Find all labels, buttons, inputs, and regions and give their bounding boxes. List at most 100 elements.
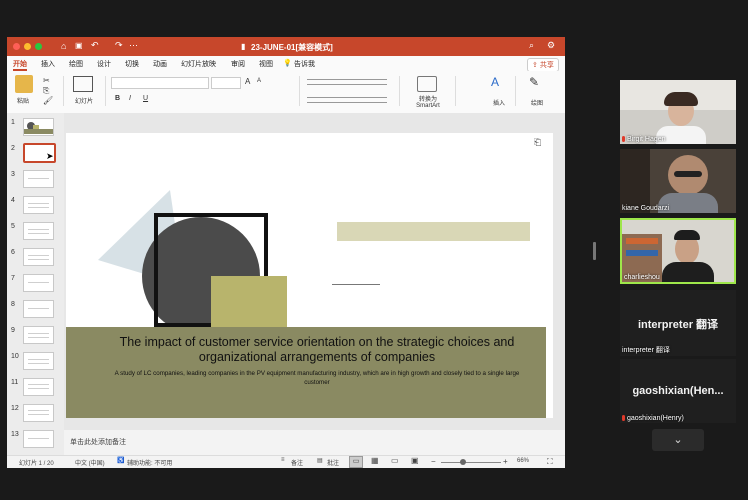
thumbnail-number: 5 [11,223,15,230]
fit-slide-icon[interactable]: ⛶ [547,457,553,467]
font-name-select[interactable] [111,77,209,89]
copy-icon[interactable]: ⎘ [43,86,49,96]
convert-smartart-label: 转换为 SmartArt [416,97,440,109]
draw-label: 绘图 [531,101,544,107]
font-shrink-button[interactable]: A [257,78,261,84]
clipboard-icon[interactable] [15,75,33,93]
account-icon[interactable]: ⚙ [547,40,555,51]
zoom-level[interactable]: 66% [517,458,529,464]
close-window-button[interactable] [13,43,20,50]
share-icon: ⇪ [532,62,538,69]
participant-name: kiane Goudarzi [622,205,670,212]
accessibility-status[interactable]: 辅助功能: 不可用 [127,458,172,467]
slideshow-button[interactable]: ▣ [411,456,419,465]
thumbnail-number: 6 [11,249,15,256]
accessibility-icon: ♿ [117,458,125,464]
participant-tile-1[interactable]: Birgit Hagen [620,80,736,144]
participant-tile-2[interactable]: kiane Goudarzi [620,149,736,213]
redo-icon[interactable]: ↷ [115,40,123,51]
zoom-out-button[interactable]: − [431,457,436,466]
zoom-slider-handle[interactable] [460,459,466,465]
smartart-icon[interactable] [417,76,437,92]
home-icon[interactable]: ⌂ [61,41,66,51]
bold-button[interactable]: B [115,95,120,102]
tab-review[interactable]: 审阅 [231,59,245,69]
undo-icon[interactable]: ↶ [91,40,99,51]
thumbnail-number: 12 [11,405,19,412]
tab-slideshow[interactable]: 幻灯片放映 [181,59,216,69]
italic-button[interactable]: I [129,95,131,102]
slide-thumbnail-9[interactable] [23,326,54,344]
chevron-down-icon: ⌄ [673,434,683,446]
tab-animations[interactable]: 动画 [153,59,167,69]
reading-view-button[interactable]: ▭ [391,456,399,465]
thumbnail-number: 11 [11,379,19,386]
slide-thumbnail-13[interactable] [23,430,54,448]
slide-thumbnail-6[interactable] [23,248,54,266]
thumbnail-number: 10 [11,353,19,360]
paragraph-align-icons[interactable] [307,97,387,103]
cut-icon[interactable]: ✂ [43,76,50,85]
paragraph-list-icons[interactable] [307,79,387,85]
draw-icon[interactable]: ✎ [529,75,539,89]
comments-button[interactable]: 批注 [327,458,339,467]
share-button[interactable]: ⇪ 共享 [527,58,559,72]
mouse-cursor-icon: ➤ [46,151,54,161]
document-icon: ▮ [241,42,246,51]
zoom-in-button[interactable]: + [503,457,508,466]
zoom-slider[interactable] [441,462,501,463]
tab-home[interactable]: 开始 [13,59,27,71]
slide-notes-icon[interactable]: ⎗ [534,137,541,148]
thumbnail-number: 2 [11,145,15,152]
lightbulb-icon: 💡 [283,60,292,67]
title-band[interactable]: The impact of customer service orientati… [66,327,546,418]
tab-insert[interactable]: 插入 [41,59,55,69]
participant-name: gaoshixian(Henry) [622,415,684,422]
window-title: 23-JUNE-01[兼容模式] [251,43,333,52]
slide-thumbnail-4[interactable] [23,196,54,214]
slide-thumbnail-3[interactable] [23,170,54,188]
scroll-down-button[interactable]: ⌄ [652,429,704,451]
slide-thumbnail-11[interactable] [23,378,54,396]
slide-sorter-button[interactable]: ▦ [371,456,379,465]
participant-tile-3[interactable]: charlieshou [620,218,736,284]
tab-view[interactable]: 视图 [259,59,273,69]
participant-tile-4[interactable]: interpreter 翻译 interpreter 翻译 [620,290,736,356]
slide-thumbnail-1[interactable] [23,118,54,136]
insert-shape-icon[interactable]: A [491,75,499,89]
font-size-select[interactable] [211,77,241,89]
slide-thumbnail-10[interactable] [23,352,54,370]
participant-name: interpreter 翻译 [622,347,670,354]
font-grow-button[interactable]: A [245,77,250,86]
tab-draw[interactable]: 绘图 [69,59,83,69]
slide-subtitle[interactable]: A study of LC companies, leading compani… [112,369,522,387]
notes-button[interactable]: 备注 [291,458,303,467]
underline-button[interactable]: U [143,95,148,102]
format-painter-icon[interactable]: 🖌 [43,96,53,105]
slide-thumbnail-pane: 1 2 ➤ 3 4 5 6 7 8 9 10 11 12 13 [7,113,64,455]
new-slide-icon[interactable] [73,76,93,92]
book-row [626,238,658,244]
slide-thumbnail-5[interactable] [23,222,54,240]
placeholder-box[interactable] [337,222,530,241]
search-icon[interactable]: ⌕ [529,40,534,51]
tab-design[interactable]: 设计 [97,59,111,69]
more-icon[interactable]: ⋯ [129,40,138,51]
slide-thumbnail-8[interactable] [23,300,54,318]
book-row [626,250,658,256]
participant-tile-5[interactable]: gaoshixian(Hen... gaoshixian(Henry) [620,359,736,423]
slide-canvas[interactable]: ⎗ The impact of customer service orienta… [66,133,553,418]
normal-view-button[interactable]: ▭ [349,456,363,468]
save-icon[interactable]: ▣ [75,41,83,50]
slide-title[interactable]: The impact of customer service orientati… [96,335,538,365]
slide-thumbnail-7[interactable] [23,274,54,292]
panel-resize-handle[interactable] [593,242,596,260]
tell-me-search[interactable]: 告诉我 [294,59,315,69]
language-indicator[interactable]: 中文 (中国) [75,458,105,467]
notes-pane[interactable]: 单击此处添加备注 [64,430,565,455]
thumbnail-number: 4 [11,197,15,204]
zoom-window-button[interactable] [35,43,42,50]
minimize-window-button[interactable] [24,43,31,50]
slide-thumbnail-12[interactable] [23,404,54,422]
tab-transitions[interactable]: 切换 [125,59,139,69]
